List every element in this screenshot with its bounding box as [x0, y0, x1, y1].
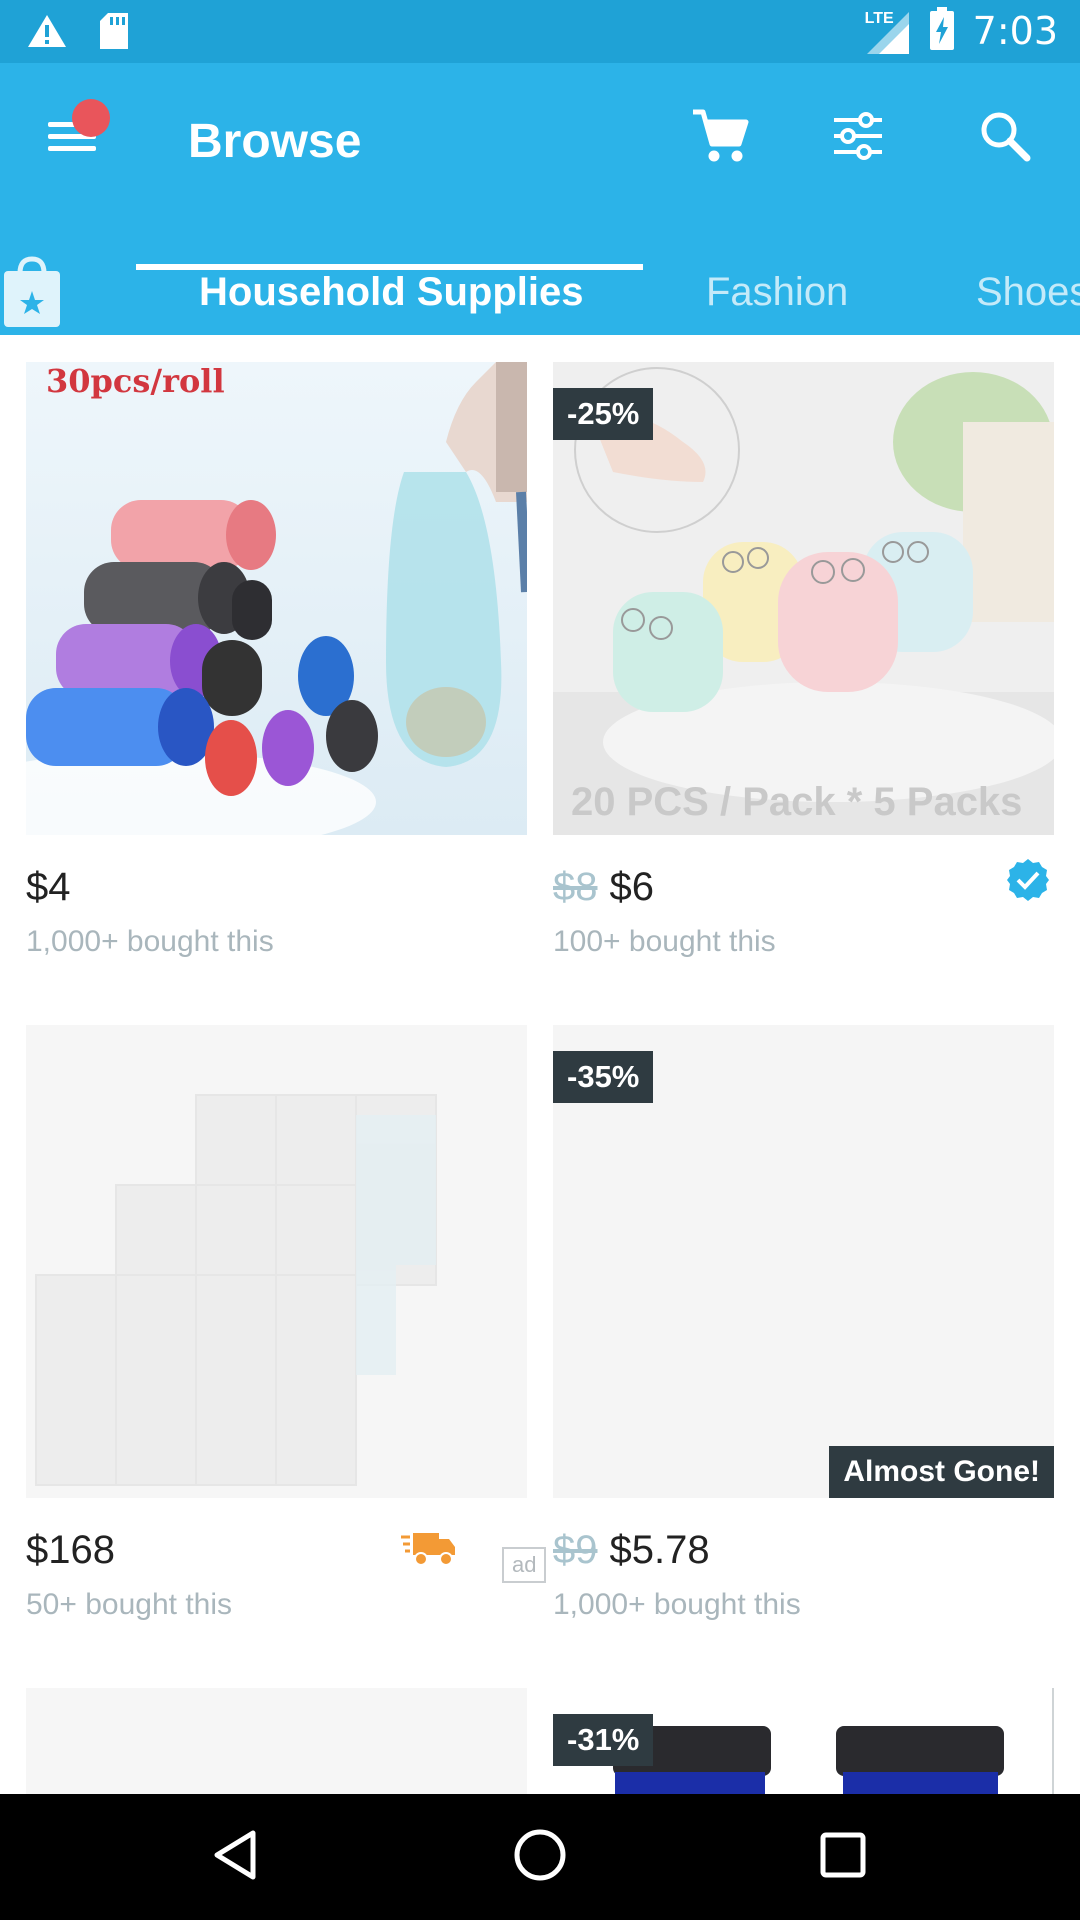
product-image[interactable] [26, 1025, 527, 1498]
tab-shoes[interactable]: Shoes [976, 267, 1080, 317]
status-bar: LTE 7:03 [0, 0, 1080, 63]
product-card[interactable]: $168 ad 50+ bought this [26, 1025, 547, 1645]
discount-badge: -25% [553, 388, 654, 440]
back-button[interactable] [200, 1824, 270, 1890]
filter-button[interactable] [823, 103, 893, 173]
alert-icon [26, 13, 68, 54]
tab-household-supplies[interactable]: Household Supplies [199, 267, 583, 317]
featured-store-tab[interactable] [0, 255, 64, 331]
ad-badge: ad [502, 1547, 547, 1583]
signal-icon: LTE [865, 6, 911, 56]
page-title: Browse [188, 115, 362, 168]
app-bar: Browse Household Supplies Fashion Shoes [0, 63, 1080, 335]
home-button[interactable] [505, 1824, 575, 1890]
system-navigation-bar [0, 1794, 1080, 1920]
sd-card-icon [98, 12, 130, 55]
product-image[interactable]: 30pcs/roll [26, 362, 527, 835]
almost-gone-badge: Almost Gone! [829, 1446, 1054, 1498]
shopping-bag-icon [0, 256, 64, 335]
original-price: $8 [553, 865, 598, 909]
purchase-count: 1,000+ bought this [553, 1588, 801, 1621]
recents-button[interactable] [808, 1824, 878, 1890]
verified-icon [1006, 858, 1050, 902]
current-price: $6 [609, 865, 655, 909]
current-price: $5.78 [609, 1528, 710, 1572]
product-image[interactable]: -35% Almost Gone! [553, 1025, 1054, 1498]
current-price: $168 [26, 1528, 115, 1572]
product-card[interactable]: 20 PCS / Pack * 5 Packs -25% $8 $6 100+ b… [553, 362, 1054, 982]
home-icon [513, 1828, 567, 1887]
tab-fashion[interactable]: Fashion [706, 267, 848, 317]
purchase-count: 50+ bought this [26, 1588, 233, 1621]
price: $8 $6 [553, 862, 654, 912]
active-tab-indicator [136, 264, 643, 270]
current-price: $4 [26, 865, 71, 909]
recents-icon [819, 1831, 867, 1884]
price: $168 [26, 1525, 115, 1575]
price: $4 [26, 862, 71, 912]
image-caption: 20 PCS / Pack * 5 Packs [571, 780, 1023, 824]
product-image[interactable] [26, 1688, 527, 1794]
notification-dot [72, 99, 110, 137]
battery-charging-icon [929, 6, 955, 56]
search-icon [979, 110, 1031, 167]
category-tabs: Household Supplies Fashion Shoes [0, 233, 1080, 335]
fast-shipping-icon [401, 1529, 457, 1567]
network-type: LTE [864, 10, 894, 27]
product-card[interactable] [26, 1688, 527, 1794]
product-image[interactable]: -31% [553, 1688, 1054, 1794]
product-card[interactable]: -31% [553, 1688, 1054, 1794]
image-caption: 30pcs/roll [46, 362, 225, 400]
price: $9 $5.78 [553, 1525, 710, 1575]
purchase-count: 1,000+ bought this [26, 925, 274, 958]
product-card[interactable]: -35% Almost Gone! $9 $5.78 1,000+ bought … [553, 1025, 1054, 1645]
discount-badge: -35% [553, 1051, 654, 1103]
cart-button[interactable] [685, 103, 755, 173]
clock: 7:03 [972, 9, 1058, 53]
product-image[interactable]: 20 PCS / Pack * 5 Packs -25% [553, 362, 1054, 835]
search-button[interactable] [970, 103, 1040, 173]
cart-icon [691, 108, 749, 169]
filter-icon [832, 111, 884, 165]
purchase-count: 100+ bought this [553, 925, 776, 958]
product-card[interactable]: 30pcs/roll $4 1,000+ bought this [26, 362, 527, 982]
original-price: $9 [553, 1528, 598, 1572]
discount-badge: -31% [553, 1714, 654, 1766]
back-icon [211, 1829, 259, 1886]
